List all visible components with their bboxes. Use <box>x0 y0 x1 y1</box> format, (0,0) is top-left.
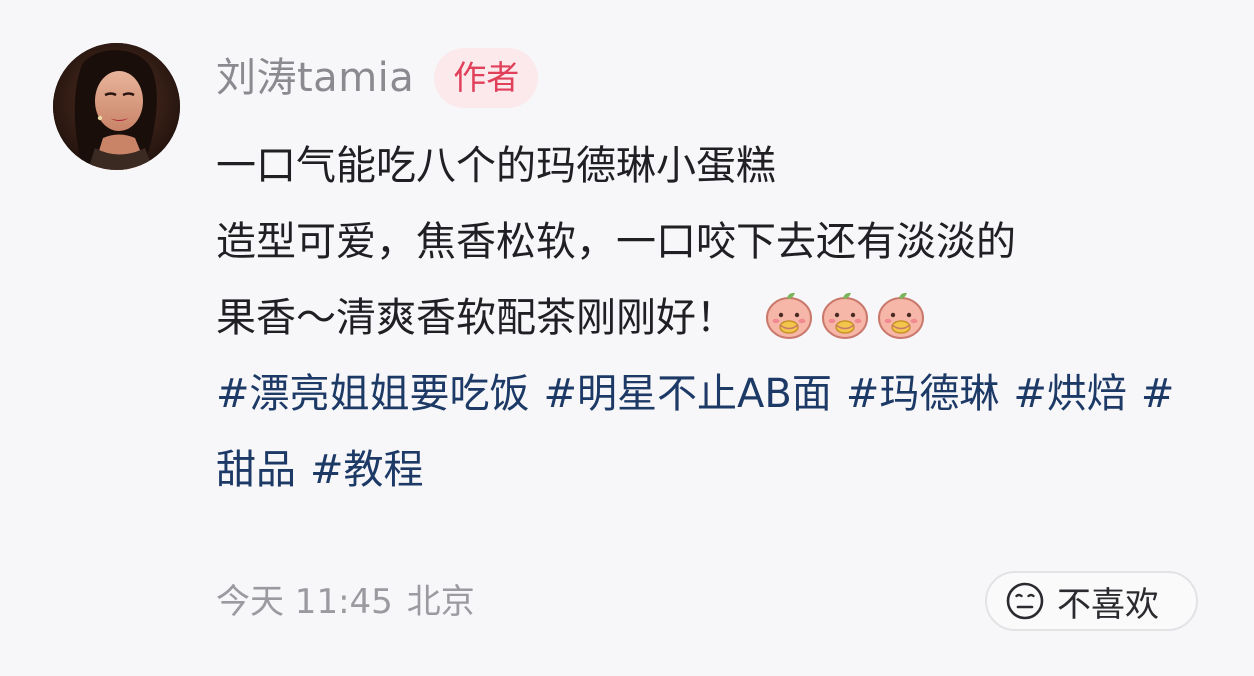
hashtag-list: #漂亮姐姐要吃饭 #明星不止AB面 #玛德琳 #烘焙 #甜品 #教程 <box>216 356 1206 508</box>
hashtag-link[interactable]: #教程 <box>310 447 424 493</box>
emoji-group <box>762 287 928 341</box>
hashtag-link[interactable]: #玛德琳 <box>846 371 1000 417</box>
hashtag-link[interactable]: #明星不止AB面 <box>544 371 832 417</box>
neutral-face-icon <box>1006 582 1044 620</box>
post-body-line-1: 造型可爱，焦香松软，一口咬下去还有淡淡的 <box>216 219 1016 265</box>
post-meta: 今天 11:45 北京 <box>216 575 475 629</box>
post-content: 一口气能吃八个的玛德琳小蛋糕 造型可爱，焦香松软，一口咬下去还有淡淡的 果香～清… <box>216 128 1206 508</box>
hashtag-link[interactable]: #漂亮姐姐要吃饭 <box>216 371 530 417</box>
hashtag-link[interactable]: #烘焙 <box>1013 371 1127 417</box>
peach-emoji-icon <box>822 292 868 339</box>
dislike-button[interactable]: 不喜欢 <box>985 571 1198 631</box>
post-location: 北京 <box>406 582 475 622</box>
post-time: 今天 11:45 <box>216 582 393 622</box>
peach-emoji-icon <box>766 292 812 339</box>
author-badge: 作者 <box>434 48 539 108</box>
author-row: 刘涛tamia 作者 <box>216 47 539 109</box>
author-name[interactable]: 刘涛tamia <box>216 47 414 109</box>
dislike-label: 不喜欢 <box>1057 584 1159 625</box>
author-avatar[interactable] <box>53 43 180 170</box>
post-body-line-2-text: 果香～清爽香软配茶刚刚好！ <box>216 295 736 341</box>
post-title-line: 一口气能吃八个的玛德琳小蛋糕 <box>216 143 776 189</box>
post-body-line-2: 果香～清爽香软配茶刚刚好！ <box>216 280 1206 356</box>
peach-emoji-icon <box>878 292 924 339</box>
